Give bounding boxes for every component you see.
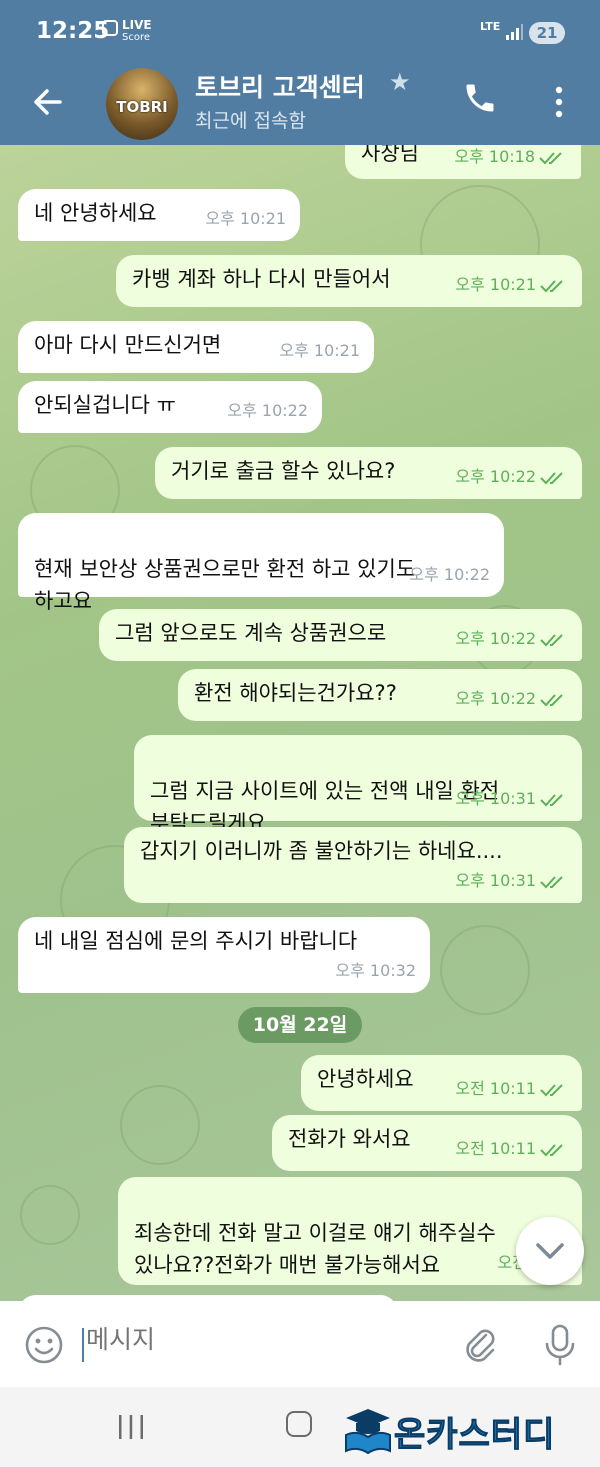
network-type: LTE xyxy=(480,20,501,33)
home-button[interactable] xyxy=(286,1411,312,1437)
message-text: 그럼 앞으로도 계속 상품권으로 xyxy=(115,621,387,645)
message-meta: 오후 10:22 xyxy=(455,623,568,655)
avatar[interactable]: TOBRI xyxy=(106,68,178,140)
message-text: 현재 보안상 상품권으로만 환전 하고 있기도 하고요 xyxy=(34,557,416,613)
message-meta: 오후 10:31 xyxy=(455,783,568,815)
message-text: 안되실겁니다 ㅠ xyxy=(34,393,176,417)
chat-status: 최근에 접속함 xyxy=(195,110,306,132)
message-text: 사장님 xyxy=(361,145,419,165)
message-time: 오후 10:22 xyxy=(409,565,490,584)
more-options-icon[interactable] xyxy=(548,82,570,122)
recent-apps-icon[interactable] xyxy=(116,1413,146,1441)
message-bubble-incoming[interactable]: 네 내일 점심에 문의 주시기 바랍니다 오후 10:32 xyxy=(18,917,430,993)
message-time: 오후 10:21 xyxy=(205,209,286,228)
message-bubble-incoming[interactable]: 네 안녕하세요 오후 10:21 xyxy=(18,189,300,241)
message-meta: 오후 10:22 xyxy=(455,461,568,493)
message-time: 오후 10:31 xyxy=(455,871,536,890)
message-meta: 오후 10:18 xyxy=(454,145,567,173)
double-check-icon xyxy=(540,693,563,706)
message-time: 오후 10:18 xyxy=(454,147,535,166)
watermark-text: 온카스터디 xyxy=(393,1415,556,1456)
double-check-icon xyxy=(540,875,563,888)
double-check-icon xyxy=(540,633,563,646)
message-text: 갑지기 이러니까 좀 불안하기는 하네요.... xyxy=(140,839,503,863)
book-graduation-cap-icon xyxy=(345,1409,391,1455)
message-time: 오후 10:22 xyxy=(455,467,536,486)
message-input[interactable] xyxy=(86,1325,426,1354)
paperclip-icon[interactable] xyxy=(460,1325,500,1365)
chat-header: TOBRI 토브리 고객센터 ★ 최근에 접속함 xyxy=(0,64,600,145)
message-text: 안녕하세요 xyxy=(317,1067,414,1091)
message-time: 오전 10:11 xyxy=(455,1139,536,1158)
double-check-icon xyxy=(540,1083,563,1096)
message-time: 오후 10:32 xyxy=(335,961,416,980)
message-meta: 오후 10:22 xyxy=(455,683,568,715)
status-time: 12:25 xyxy=(36,18,110,44)
message-bubble-outgoing[interactable]: 사장님 오후 10:18 xyxy=(345,145,581,179)
double-check-icon xyxy=(539,151,562,164)
message-text: 카뱅 계좌 하나 다시 만들어서 xyxy=(132,267,391,291)
message-bubble-incoming[interactable]: 아마 다시 만드신거면 오후 10:21 xyxy=(18,321,374,373)
signal-icon xyxy=(506,24,523,40)
system-navigation-bar: 온카스터디 xyxy=(0,1387,600,1467)
message-text: 거기로 출금 할수 있나요? xyxy=(171,459,396,483)
double-check-icon xyxy=(540,279,563,292)
message-text: 아마 다시 만드신거면 xyxy=(34,333,222,357)
live-score-icon: LIVE Score xyxy=(102,18,152,43)
message-bubble-incoming[interactable]: 안되실겁니다 ㅠ 오후 10:22 xyxy=(18,381,322,433)
message-meta: 오후 10:21 xyxy=(455,269,568,301)
date-divider: 10월 22일 xyxy=(238,1007,362,1043)
battery-indicator: 21 xyxy=(529,22,565,44)
message-bubble-outgoing[interactable]: 전화가 와서요 오전 10:11 xyxy=(272,1115,582,1171)
chat-history[interactable]: 사장님 오후 10:18 네 안녕하세요 오후 10:21 카뱅 계좌 하나 다… xyxy=(0,145,600,1301)
star-icon: ★ xyxy=(389,68,411,96)
message-bubble-outgoing[interactable]: 그럼 지금 사이트에 있는 전액 내일 환전 부탁드릴게요 오후 10:31 xyxy=(134,735,582,835)
message-text: 환전 해야되는건가요?? xyxy=(194,681,397,705)
message-meta: 오전 10:11 xyxy=(455,1133,568,1165)
message-bubble-outgoing[interactable]: 안녕하세요 오전 10:11 xyxy=(301,1055,582,1111)
message-time: 오후 10:22 xyxy=(455,629,536,648)
message-time: 오후 10:22 xyxy=(455,689,536,708)
message-bubble-outgoing[interactable]: 갑지기 이러니까 좀 불안하기는 하네요.... 오후 10:31 xyxy=(124,827,582,903)
message-time: 오후 10:21 xyxy=(279,341,360,360)
message-meta: 오전 10:11 xyxy=(455,1073,568,1105)
chat-title[interactable]: 토브리 고객센터 xyxy=(195,68,365,104)
message-text: 죄송한데 전화 말고 이걸로 얘기 해주실수 있나요??전화가 매번 불가능해서… xyxy=(134,1221,496,1277)
message-text: 전화가 와서요 xyxy=(288,1127,411,1151)
message-bubble-outgoing[interactable]: 죄송한데 전화 말고 이걸로 얘기 해주실수 있나요??전화가 매번 불가능해서… xyxy=(118,1177,582,1285)
message-bubble-outgoing[interactable]: 거기로 출금 할수 있나요? 오후 10:22 xyxy=(155,447,582,499)
microphone-icon[interactable] xyxy=(540,1323,580,1367)
avatar-logo: TOBRI xyxy=(116,98,168,116)
message-text: 네 안녕하세요 xyxy=(34,201,157,225)
live-sub: Score xyxy=(122,32,151,43)
double-check-icon xyxy=(540,1143,563,1156)
message-meta: 오후 10:31 xyxy=(455,865,568,897)
watermark-logo: 온카스터디 xyxy=(342,1405,594,1456)
double-check-icon xyxy=(540,471,563,484)
message-time: 오후 10:31 xyxy=(455,789,536,808)
live-badge: LIVE xyxy=(122,18,152,32)
emoji-icon[interactable] xyxy=(24,1325,64,1365)
phone-call-icon[interactable] xyxy=(462,80,498,116)
message-time: 오전 10:11 xyxy=(455,1079,536,1098)
double-check-icon xyxy=(540,793,563,806)
message-bubble-outgoing[interactable]: 환전 해야되는건가요?? 오후 10:22 xyxy=(178,669,582,721)
message-bubble-outgoing[interactable]: 카뱅 계좌 하나 다시 만들어서 오후 10:21 xyxy=(116,255,582,307)
message-composer xyxy=(0,1301,600,1387)
message-text: 네 내일 점심에 문의 주시기 바랍니다 xyxy=(34,929,358,953)
chevron-down-icon xyxy=(536,1243,564,1259)
message-time: 오후 10:22 xyxy=(227,401,308,420)
scroll-to-bottom-button[interactable] xyxy=(516,1217,584,1285)
back-arrow-icon[interactable] xyxy=(28,82,68,122)
message-bubble-outgoing[interactable]: 그럼 앞으로도 계속 상품권으로 오후 10:22 xyxy=(99,609,582,661)
message-time: 오후 10:21 xyxy=(455,275,536,294)
status-bar: 12:25 LIVE Score LTE 21 xyxy=(0,0,600,64)
message-bubble-incoming[interactable]: 현재 보안상 상품권으로만 환전 하고 있기도 하고요 오후 10:22 xyxy=(18,513,504,613)
text-cursor xyxy=(82,1328,84,1362)
